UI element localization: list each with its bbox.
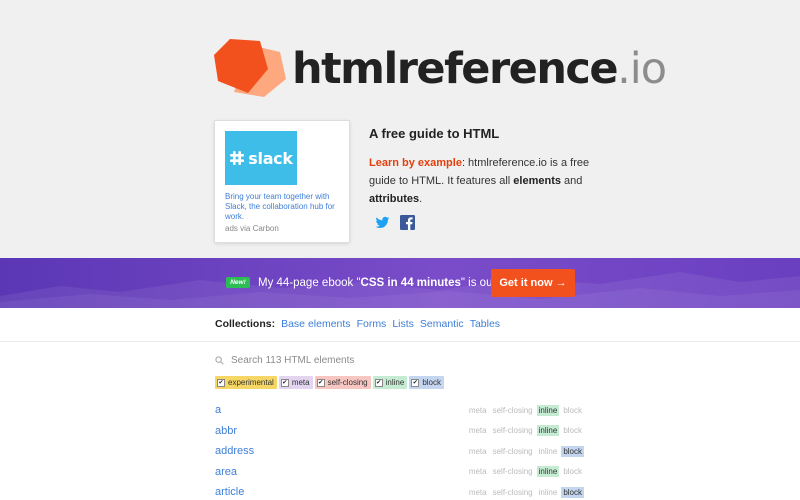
filter-label: block — [422, 378, 441, 387]
ad-via-link[interactable]: ads via Carbon — [225, 224, 279, 233]
checkbox-icon[interactable]: ✔ — [217, 378, 225, 387]
collection-link-tables[interactable]: Tables — [470, 318, 500, 330]
logo-text: htmlreference — [292, 43, 619, 94]
filter-block[interactable]: ✔ block — [409, 376, 444, 389]
tag-block: block — [563, 405, 582, 415]
new-badge: New! — [226, 277, 250, 288]
banner-text: My 44-page ebook "CSS in 44 minutes" is … — [258, 276, 517, 289]
element-tags: meta self-closing inline block — [467, 404, 584, 416]
tag-inline: inline — [538, 446, 558, 456]
banner-text-part: My 44-page ebook " — [258, 277, 361, 289]
intro-title: A free guide to HTML — [369, 126, 500, 141]
tag-block: block — [563, 426, 582, 436]
ebook-title: CSS in 44 minutes — [360, 277, 461, 289]
tag-block: block — [561, 486, 584, 498]
tag-block: block — [563, 467, 582, 477]
collections-nav: Collections: Base elements Forms Lists S… — [215, 318, 500, 330]
filter-chips: ✔ experimental ✔ meta ✔ self-closing ✔ inlin… — [215, 376, 444, 389]
logo-pentagon-icon — [212, 37, 288, 101]
search-input[interactable] — [231, 354, 531, 366]
element-link[interactable]: address — [215, 445, 254, 457]
element-tags: meta self-closing inline block — [467, 486, 584, 498]
carbon-ad[interactable]: slack Bring your team together with Slac… — [215, 121, 349, 242]
learn-by-example-link[interactable]: Learn by example — [369, 157, 462, 169]
element-tags: meta self-closing inline block — [467, 445, 584, 457]
checkbox-icon[interactable]: ✔ — [280, 378, 289, 387]
tag-inline: inline — [536, 404, 560, 416]
tag-inline: inline — [536, 425, 560, 437]
tag-inline: inline — [538, 487, 558, 497]
tag-inline: inline — [536, 466, 560, 478]
elements-link[interactable]: elements — [513, 175, 561, 187]
attributes-link[interactable]: attributes — [369, 193, 419, 205]
slack-hash-icon — [230, 151, 245, 165]
divider — [0, 341, 800, 342]
slack-wordmark: slack — [248, 148, 293, 168]
element-tags: meta self-closing inline block — [467, 425, 584, 437]
tag-self-closing: self-closing — [492, 467, 533, 477]
element-link[interactable]: a — [215, 404, 221, 416]
element-link[interactable]: article — [215, 486, 244, 498]
site-logo[interactable]: htmlreference .io — [212, 37, 667, 101]
filter-inline[interactable]: ✔ inline — [372, 376, 408, 389]
filter-label: inline — [385, 378, 405, 387]
tag-meta: meta — [468, 426, 487, 436]
ad-text[interactable]: Bring your team together with Slack, the… — [225, 192, 343, 222]
collections-label: Collections: — [215, 318, 276, 330]
tag-self-closing: self-closing — [492, 405, 533, 415]
filter-meta[interactable]: ✔ meta — [278, 376, 313, 389]
collection-link-base-elements[interactable]: Base elements — [281, 318, 350, 330]
search-icon — [215, 355, 224, 365]
tag-block: block — [561, 445, 584, 457]
tag-meta: meta — [468, 446, 487, 456]
collection-link-semantic[interactable]: Semantic — [420, 318, 464, 330]
get-it-now-button[interactable]: Get it now → — [491, 269, 575, 297]
element-list: a meta self-closing inline block abbr me… — [215, 400, 585, 500]
element-row: article meta self-closing inline block — [215, 482, 585, 500]
intro: A free guide to HTML Learn by example: h… — [369, 126, 599, 208]
filter-label: meta — [291, 378, 310, 387]
collection-link-lists[interactable]: Lists — [392, 318, 414, 330]
filter-experimental[interactable]: ✔ experimental — [215, 376, 277, 389]
element-row: area meta self-closing inline block — [215, 462, 585, 483]
logo-tld: .io — [617, 43, 667, 94]
filter-label: self-closing — [327, 378, 368, 387]
slack-ad-image[interactable]: slack — [225, 131, 297, 185]
checkbox-icon[interactable]: ✔ — [411, 378, 420, 387]
filter-self-closing[interactable]: ✔ self-closing — [314, 376, 371, 389]
checkbox-icon[interactable]: ✔ — [316, 378, 325, 387]
element-row: abbr meta self-closing inline block — [215, 421, 585, 442]
tag-self-closing: self-closing — [492, 487, 533, 497]
tag-meta: meta — [468, 467, 487, 477]
tag-self-closing: self-closing — [492, 446, 533, 456]
tag-self-closing: self-closing — [492, 426, 533, 436]
checkbox-icon[interactable]: ✔ — [374, 378, 383, 387]
element-row: a meta self-closing inline block — [215, 400, 585, 421]
tag-meta: meta — [468, 487, 487, 497]
element-link[interactable]: area — [215, 466, 237, 478]
element-tags: meta self-closing inline block — [467, 466, 584, 478]
intro-text-part: and — [561, 175, 583, 187]
twitter-icon[interactable] — [375, 215, 390, 230]
intro-text-part: . — [419, 193, 423, 205]
element-row: address meta self-closing inline block — [215, 441, 585, 462]
filter-label: experimental — [228, 378, 274, 387]
collection-link-forms[interactable]: Forms — [357, 318, 387, 330]
element-link[interactable]: abbr — [215, 425, 237, 437]
tag-meta: meta — [468, 405, 487, 415]
social-links — [375, 215, 415, 230]
intro-text: Learn by example: htmlreference.io is a … — [369, 154, 599, 208]
search-bar — [215, 352, 595, 368]
facebook-icon[interactable] — [400, 215, 415, 230]
